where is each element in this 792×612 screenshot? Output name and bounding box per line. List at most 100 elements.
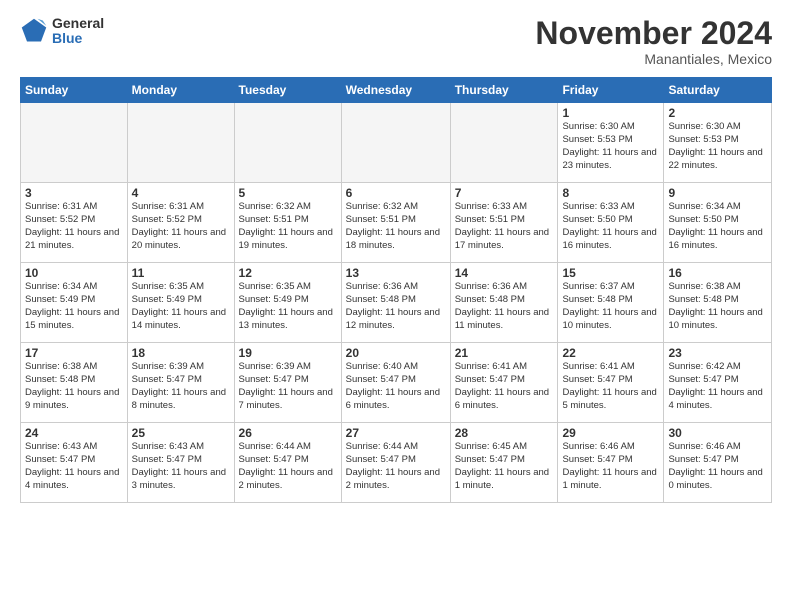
day-number: 14 (455, 266, 554, 280)
day-info: Sunrise: 6:39 AMSunset: 5:47 PMDaylight:… (132, 361, 230, 412)
day-number: 11 (132, 266, 230, 280)
day-info: Sunrise: 6:43 AMSunset: 5:47 PMDaylight:… (25, 441, 123, 492)
day-number: 8 (562, 186, 659, 200)
col-saturday: Saturday (664, 78, 772, 103)
calendar-cell: 19Sunrise: 6:39 AMSunset: 5:47 PMDayligh… (234, 343, 341, 423)
calendar-cell: 11Sunrise: 6:35 AMSunset: 5:49 PMDayligh… (127, 263, 234, 343)
day-info: Sunrise: 6:35 AMSunset: 5:49 PMDaylight:… (132, 281, 230, 332)
calendar-cell: 28Sunrise: 6:45 AMSunset: 5:47 PMDayligh… (450, 423, 558, 503)
day-number: 26 (239, 426, 337, 440)
calendar-cell: 7Sunrise: 6:33 AMSunset: 5:51 PMDaylight… (450, 183, 558, 263)
col-thursday: Thursday (450, 78, 558, 103)
calendar-cell: 15Sunrise: 6:37 AMSunset: 5:48 PMDayligh… (558, 263, 664, 343)
calendar-cell (21, 103, 128, 183)
week-row-3: 10Sunrise: 6:34 AMSunset: 5:49 PMDayligh… (21, 263, 772, 343)
calendar-cell: 12Sunrise: 6:35 AMSunset: 5:49 PMDayligh… (234, 263, 341, 343)
day-info: Sunrise: 6:35 AMSunset: 5:49 PMDaylight:… (239, 281, 337, 332)
calendar-cell: 23Sunrise: 6:42 AMSunset: 5:47 PMDayligh… (664, 343, 772, 423)
calendar-cell (450, 103, 558, 183)
calendar-cell: 21Sunrise: 6:41 AMSunset: 5:47 PMDayligh… (450, 343, 558, 423)
day-number: 18 (132, 346, 230, 360)
day-number: 9 (668, 186, 767, 200)
calendar-cell (127, 103, 234, 183)
calendar-cell: 9Sunrise: 6:34 AMSunset: 5:50 PMDaylight… (664, 183, 772, 263)
day-number: 19 (239, 346, 337, 360)
day-number: 7 (455, 186, 554, 200)
calendar-header-row: Sunday Monday Tuesday Wednesday Thursday… (21, 78, 772, 103)
day-info: Sunrise: 6:44 AMSunset: 5:47 PMDaylight:… (239, 441, 337, 492)
col-friday: Friday (558, 78, 664, 103)
day-number: 3 (25, 186, 123, 200)
calendar-cell: 13Sunrise: 6:36 AMSunset: 5:48 PMDayligh… (341, 263, 450, 343)
day-info: Sunrise: 6:32 AMSunset: 5:51 PMDaylight:… (346, 201, 446, 252)
calendar-cell: 17Sunrise: 6:38 AMSunset: 5:48 PMDayligh… (21, 343, 128, 423)
day-info: Sunrise: 6:36 AMSunset: 5:48 PMDaylight:… (455, 281, 554, 332)
day-info: Sunrise: 6:46 AMSunset: 5:47 PMDaylight:… (668, 441, 767, 492)
day-info: Sunrise: 6:42 AMSunset: 5:47 PMDaylight:… (668, 361, 767, 412)
calendar-cell: 6Sunrise: 6:32 AMSunset: 5:51 PMDaylight… (341, 183, 450, 263)
calendar-cell: 24Sunrise: 6:43 AMSunset: 5:47 PMDayligh… (21, 423, 128, 503)
day-number: 25 (132, 426, 230, 440)
calendar-cell: 29Sunrise: 6:46 AMSunset: 5:47 PMDayligh… (558, 423, 664, 503)
day-number: 2 (668, 106, 767, 120)
logo-general-text: General (52, 16, 104, 31)
day-number: 17 (25, 346, 123, 360)
calendar-cell: 27Sunrise: 6:44 AMSunset: 5:47 PMDayligh… (341, 423, 450, 503)
day-info: Sunrise: 6:31 AMSunset: 5:52 PMDaylight:… (25, 201, 123, 252)
week-row-5: 24Sunrise: 6:43 AMSunset: 5:47 PMDayligh… (21, 423, 772, 503)
calendar-cell: 4Sunrise: 6:31 AMSunset: 5:52 PMDaylight… (127, 183, 234, 263)
calendar-cell (234, 103, 341, 183)
day-info: Sunrise: 6:45 AMSunset: 5:47 PMDaylight:… (455, 441, 554, 492)
col-wednesday: Wednesday (341, 78, 450, 103)
title-location: Manantiales, Mexico (535, 51, 772, 67)
day-info: Sunrise: 6:33 AMSunset: 5:50 PMDaylight:… (562, 201, 659, 252)
calendar-cell: 10Sunrise: 6:34 AMSunset: 5:49 PMDayligh… (21, 263, 128, 343)
day-info: Sunrise: 6:30 AMSunset: 5:53 PMDaylight:… (562, 121, 659, 172)
calendar-cell: 30Sunrise: 6:46 AMSunset: 5:47 PMDayligh… (664, 423, 772, 503)
calendar-cell: 8Sunrise: 6:33 AMSunset: 5:50 PMDaylight… (558, 183, 664, 263)
calendar-cell: 26Sunrise: 6:44 AMSunset: 5:47 PMDayligh… (234, 423, 341, 503)
calendar-table: Sunday Monday Tuesday Wednesday Thursday… (20, 77, 772, 503)
calendar-cell: 2Sunrise: 6:30 AMSunset: 5:53 PMDaylight… (664, 103, 772, 183)
calendar-cell: 20Sunrise: 6:40 AMSunset: 5:47 PMDayligh… (341, 343, 450, 423)
day-info: Sunrise: 6:34 AMSunset: 5:50 PMDaylight:… (668, 201, 767, 252)
logo-text: General Blue (52, 16, 104, 47)
day-info: Sunrise: 6:44 AMSunset: 5:47 PMDaylight:… (346, 441, 446, 492)
day-number: 22 (562, 346, 659, 360)
day-info: Sunrise: 6:38 AMSunset: 5:48 PMDaylight:… (668, 281, 767, 332)
day-number: 5 (239, 186, 337, 200)
calendar-cell: 16Sunrise: 6:38 AMSunset: 5:48 PMDayligh… (664, 263, 772, 343)
day-info: Sunrise: 6:46 AMSunset: 5:47 PMDaylight:… (562, 441, 659, 492)
day-number: 30 (668, 426, 767, 440)
day-info: Sunrise: 6:30 AMSunset: 5:53 PMDaylight:… (668, 121, 767, 172)
day-number: 15 (562, 266, 659, 280)
day-number: 10 (25, 266, 123, 280)
day-info: Sunrise: 6:33 AMSunset: 5:51 PMDaylight:… (455, 201, 554, 252)
title-month: November 2024 (535, 16, 772, 51)
day-info: Sunrise: 6:36 AMSunset: 5:48 PMDaylight:… (346, 281, 446, 332)
day-info: Sunrise: 6:37 AMSunset: 5:48 PMDaylight:… (562, 281, 659, 332)
day-info: Sunrise: 6:41 AMSunset: 5:47 PMDaylight:… (562, 361, 659, 412)
calendar-cell: 14Sunrise: 6:36 AMSunset: 5:48 PMDayligh… (450, 263, 558, 343)
day-number: 4 (132, 186, 230, 200)
day-number: 13 (346, 266, 446, 280)
calendar-cell: 18Sunrise: 6:39 AMSunset: 5:47 PMDayligh… (127, 343, 234, 423)
day-number: 16 (668, 266, 767, 280)
day-number: 28 (455, 426, 554, 440)
day-number: 27 (346, 426, 446, 440)
day-info: Sunrise: 6:38 AMSunset: 5:48 PMDaylight:… (25, 361, 123, 412)
col-monday: Monday (127, 78, 234, 103)
day-number: 21 (455, 346, 554, 360)
week-row-1: 1Sunrise: 6:30 AMSunset: 5:53 PMDaylight… (21, 103, 772, 183)
calendar-cell: 1Sunrise: 6:30 AMSunset: 5:53 PMDaylight… (558, 103, 664, 183)
logo: General Blue (20, 16, 104, 47)
day-number: 23 (668, 346, 767, 360)
week-row-2: 3Sunrise: 6:31 AMSunset: 5:52 PMDaylight… (21, 183, 772, 263)
day-info: Sunrise: 6:41 AMSunset: 5:47 PMDaylight:… (455, 361, 554, 412)
day-info: Sunrise: 6:43 AMSunset: 5:47 PMDaylight:… (132, 441, 230, 492)
logo-icon (20, 17, 48, 45)
col-tuesday: Tuesday (234, 78, 341, 103)
day-number: 6 (346, 186, 446, 200)
day-number: 12 (239, 266, 337, 280)
day-number: 20 (346, 346, 446, 360)
